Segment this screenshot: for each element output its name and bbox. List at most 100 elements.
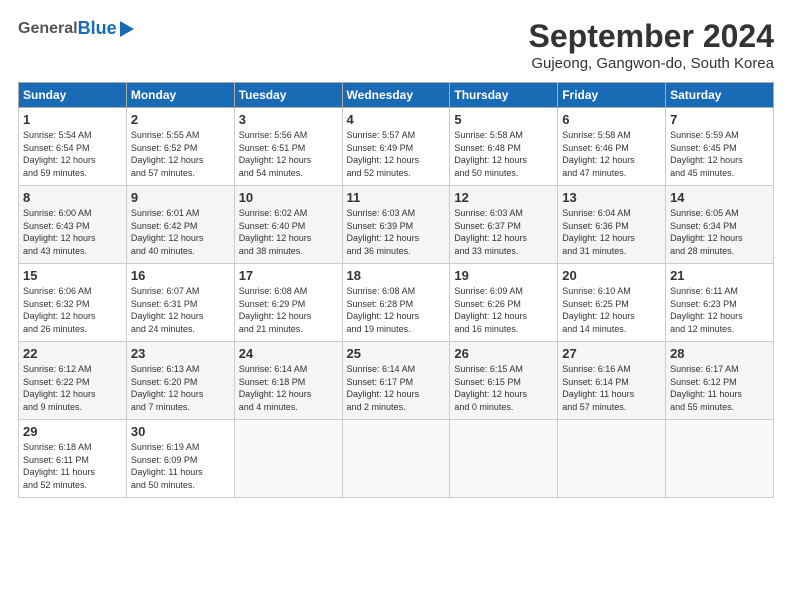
day-number: 6 <box>562 112 661 127</box>
cell-2-6: 13 Sunrise: 6:04 AM Sunset: 6:36 PM Dayli… <box>558 186 666 264</box>
day-info: Sunrise: 5:58 AM Sunset: 6:46 PM Dayligh… <box>562 129 661 179</box>
calendar-subtitle: Gujeong, Gangwon-do, South Korea <box>529 55 774 72</box>
week-row-4: 22Sunrise: 6:12 AM Sunset: 6:22 PM Dayli… <box>19 342 774 420</box>
week-row-2: 8 Sunrise: 6:00 AM Sunset: 6:43 PM Daylig… <box>19 186 774 264</box>
day-info: Sunrise: 6:18 AM Sunset: 6:11 PM Dayligh… <box>23 441 122 491</box>
day-number: 9 <box>131 190 230 205</box>
header-wednesday: Wednesday <box>342 83 450 108</box>
day-info: Sunrise: 6:14 AM Sunset: 6:17 PM Dayligh… <box>347 363 446 413</box>
cell-3-1: 15 Sunrise: 6:06 AM Sunset: 6:32 PM Dayli… <box>19 264 127 342</box>
day-info: Sunrise: 5:55 AM Sunset: 6:52 PM Dayligh… <box>131 129 230 179</box>
day-number: 19 <box>454 268 553 283</box>
cell-5-3 <box>234 420 342 498</box>
cell-2-1: 8 Sunrise: 6:00 AM Sunset: 6:43 PM Daylig… <box>19 186 127 264</box>
day-number: 15 <box>23 268 122 283</box>
cell-1-3: 3 Sunrise: 5:56 AM Sunset: 6:51 PM Daylig… <box>234 108 342 186</box>
header-area: General Blue September 2024 Gujeong, Gan… <box>18 18 774 72</box>
cell-4-7: 28 Sunrise: 6:17 AM Sunset: 6:12 PM Dayli… <box>666 342 774 420</box>
cell-1-5: 5 Sunrise: 5:58 AM Sunset: 6:48 PM Daylig… <box>450 108 558 186</box>
cell-1-1: 1 Sunrise: 5:54 AM Sunset: 6:54 PM Daylig… <box>19 108 127 186</box>
day-info: Sunrise: 6:02 AM Sunset: 6:40 PM Dayligh… <box>239 207 338 257</box>
day-number: 3 <box>239 112 338 127</box>
cell-1-4: 4Sunrise: 5:57 AM Sunset: 6:49 PM Daylig… <box>342 108 450 186</box>
day-info: Sunrise: 6:17 AM Sunset: 6:12 PM Dayligh… <box>670 363 769 413</box>
day-info: Sunrise: 5:54 AM Sunset: 6:54 PM Dayligh… <box>23 129 122 179</box>
day-number: 25 <box>347 346 446 361</box>
day-info: Sunrise: 6:06 AM Sunset: 6:32 PM Dayligh… <box>23 285 122 335</box>
title-area: September 2024 Gujeong, Gangwon-do, Sout… <box>529 18 774 72</box>
day-number: 21 <box>670 268 769 283</box>
day-info: Sunrise: 6:01 AM Sunset: 6:42 PM Dayligh… <box>131 207 230 257</box>
day-info: Sunrise: 6:03 AM Sunset: 6:39 PM Dayligh… <box>347 207 446 257</box>
cell-5-4 <box>342 420 450 498</box>
day-info: Sunrise: 6:16 AM Sunset: 6:14 PM Dayligh… <box>562 363 661 413</box>
cell-5-5 <box>450 420 558 498</box>
logo-general-text: General <box>18 20 78 38</box>
cell-1-2: 2 Sunrise: 5:55 AM Sunset: 6:52 PM Daylig… <box>126 108 234 186</box>
day-info: Sunrise: 5:57 AM Sunset: 6:49 PM Dayligh… <box>347 129 446 179</box>
day-info: Sunrise: 6:10 AM Sunset: 6:25 PM Dayligh… <box>562 285 661 335</box>
day-info: Sunrise: 6:00 AM Sunset: 6:43 PM Dayligh… <box>23 207 122 257</box>
header-tuesday: Tuesday <box>234 83 342 108</box>
logo-blue-text: Blue <box>78 18 117 39</box>
header-thursday: Thursday <box>450 83 558 108</box>
day-number: 16 <box>131 268 230 283</box>
cell-2-2: 9 Sunrise: 6:01 AM Sunset: 6:42 PM Daylig… <box>126 186 234 264</box>
day-number: 17 <box>239 268 338 283</box>
day-number: 23 <box>131 346 230 361</box>
day-number: 26 <box>454 346 553 361</box>
weekday-header-row: Sunday Monday Tuesday Wednesday Thursday… <box>19 83 774 108</box>
day-info: Sunrise: 6:05 AM Sunset: 6:34 PM Dayligh… <box>670 207 769 257</box>
day-number: 27 <box>562 346 661 361</box>
day-info: Sunrise: 6:11 AM Sunset: 6:23 PM Dayligh… <box>670 285 769 335</box>
day-info: Sunrise: 6:15 AM Sunset: 6:15 PM Dayligh… <box>454 363 553 413</box>
cell-4-1: 22Sunrise: 6:12 AM Sunset: 6:22 PM Dayli… <box>19 342 127 420</box>
cell-3-3: 17 Sunrise: 6:08 AM Sunset: 6:29 PM Dayli… <box>234 264 342 342</box>
day-info: Sunrise: 6:04 AM Sunset: 6:36 PM Dayligh… <box>562 207 661 257</box>
cell-1-6: 6 Sunrise: 5:58 AM Sunset: 6:46 PM Daylig… <box>558 108 666 186</box>
day-number: 13 <box>562 190 661 205</box>
cell-5-6 <box>558 420 666 498</box>
logo-arrow-icon <box>120 21 134 37</box>
header-monday: Monday <box>126 83 234 108</box>
day-info: Sunrise: 6:19 AM Sunset: 6:09 PM Dayligh… <box>131 441 230 491</box>
day-number: 30 <box>131 424 230 439</box>
day-info: Sunrise: 6:08 AM Sunset: 6:29 PM Dayligh… <box>239 285 338 335</box>
cell-3-4: 18Sunrise: 6:08 AM Sunset: 6:28 PM Dayli… <box>342 264 450 342</box>
main-container: General Blue September 2024 Gujeong, Gan… <box>0 0 792 508</box>
cell-3-6: 20 Sunrise: 6:10 AM Sunset: 6:25 PM Dayli… <box>558 264 666 342</box>
cell-3-7: 21 Sunrise: 6:11 AM Sunset: 6:23 PM Dayli… <box>666 264 774 342</box>
cell-5-2: 30 Sunrise: 6:19 AM Sunset: 6:09 PM Dayli… <box>126 420 234 498</box>
day-info: Sunrise: 6:14 AM Sunset: 6:18 PM Dayligh… <box>239 363 338 413</box>
day-number: 14 <box>670 190 769 205</box>
day-info: Sunrise: 6:08 AM Sunset: 6:28 PM Dayligh… <box>347 285 446 335</box>
day-number: 20 <box>562 268 661 283</box>
header-sunday: Sunday <box>19 83 127 108</box>
day-number: 28 <box>670 346 769 361</box>
day-number: 11 <box>347 190 446 205</box>
day-info: Sunrise: 6:12 AM Sunset: 6:22 PM Dayligh… <box>23 363 122 413</box>
cell-1-7: 7 Sunrise: 5:59 AM Sunset: 6:45 PM Daylig… <box>666 108 774 186</box>
day-number: 1 <box>23 112 122 127</box>
cell-5-7 <box>666 420 774 498</box>
cell-2-7: 14 Sunrise: 6:05 AM Sunset: 6:34 PM Dayli… <box>666 186 774 264</box>
cell-2-4: 11 Sunrise: 6:03 AM Sunset: 6:39 PM Dayli… <box>342 186 450 264</box>
cell-4-3: 24Sunrise: 6:14 AM Sunset: 6:18 PM Dayli… <box>234 342 342 420</box>
header-saturday: Saturday <box>666 83 774 108</box>
day-number: 2 <box>131 112 230 127</box>
cell-4-4: 25 Sunrise: 6:14 AM Sunset: 6:17 PM Dayli… <box>342 342 450 420</box>
day-number: 10 <box>239 190 338 205</box>
week-row-3: 15 Sunrise: 6:06 AM Sunset: 6:32 PM Dayli… <box>19 264 774 342</box>
cell-5-1: 29Sunrise: 6:18 AM Sunset: 6:11 PM Dayli… <box>19 420 127 498</box>
day-info: Sunrise: 6:13 AM Sunset: 6:20 PM Dayligh… <box>131 363 230 413</box>
day-number: 8 <box>23 190 122 205</box>
cell-3-5: 19 Sunrise: 6:09 AM Sunset: 6:26 PM Dayli… <box>450 264 558 342</box>
day-number: 7 <box>670 112 769 127</box>
day-info: Sunrise: 6:03 AM Sunset: 6:37 PM Dayligh… <box>454 207 553 257</box>
day-info: Sunrise: 5:56 AM Sunset: 6:51 PM Dayligh… <box>239 129 338 179</box>
week-row-5: 29Sunrise: 6:18 AM Sunset: 6:11 PM Dayli… <box>19 420 774 498</box>
day-info: Sunrise: 6:09 AM Sunset: 6:26 PM Dayligh… <box>454 285 553 335</box>
day-number: 5 <box>454 112 553 127</box>
day-info: Sunrise: 5:58 AM Sunset: 6:48 PM Dayligh… <box>454 129 553 179</box>
day-info: Sunrise: 5:59 AM Sunset: 6:45 PM Dayligh… <box>670 129 769 179</box>
